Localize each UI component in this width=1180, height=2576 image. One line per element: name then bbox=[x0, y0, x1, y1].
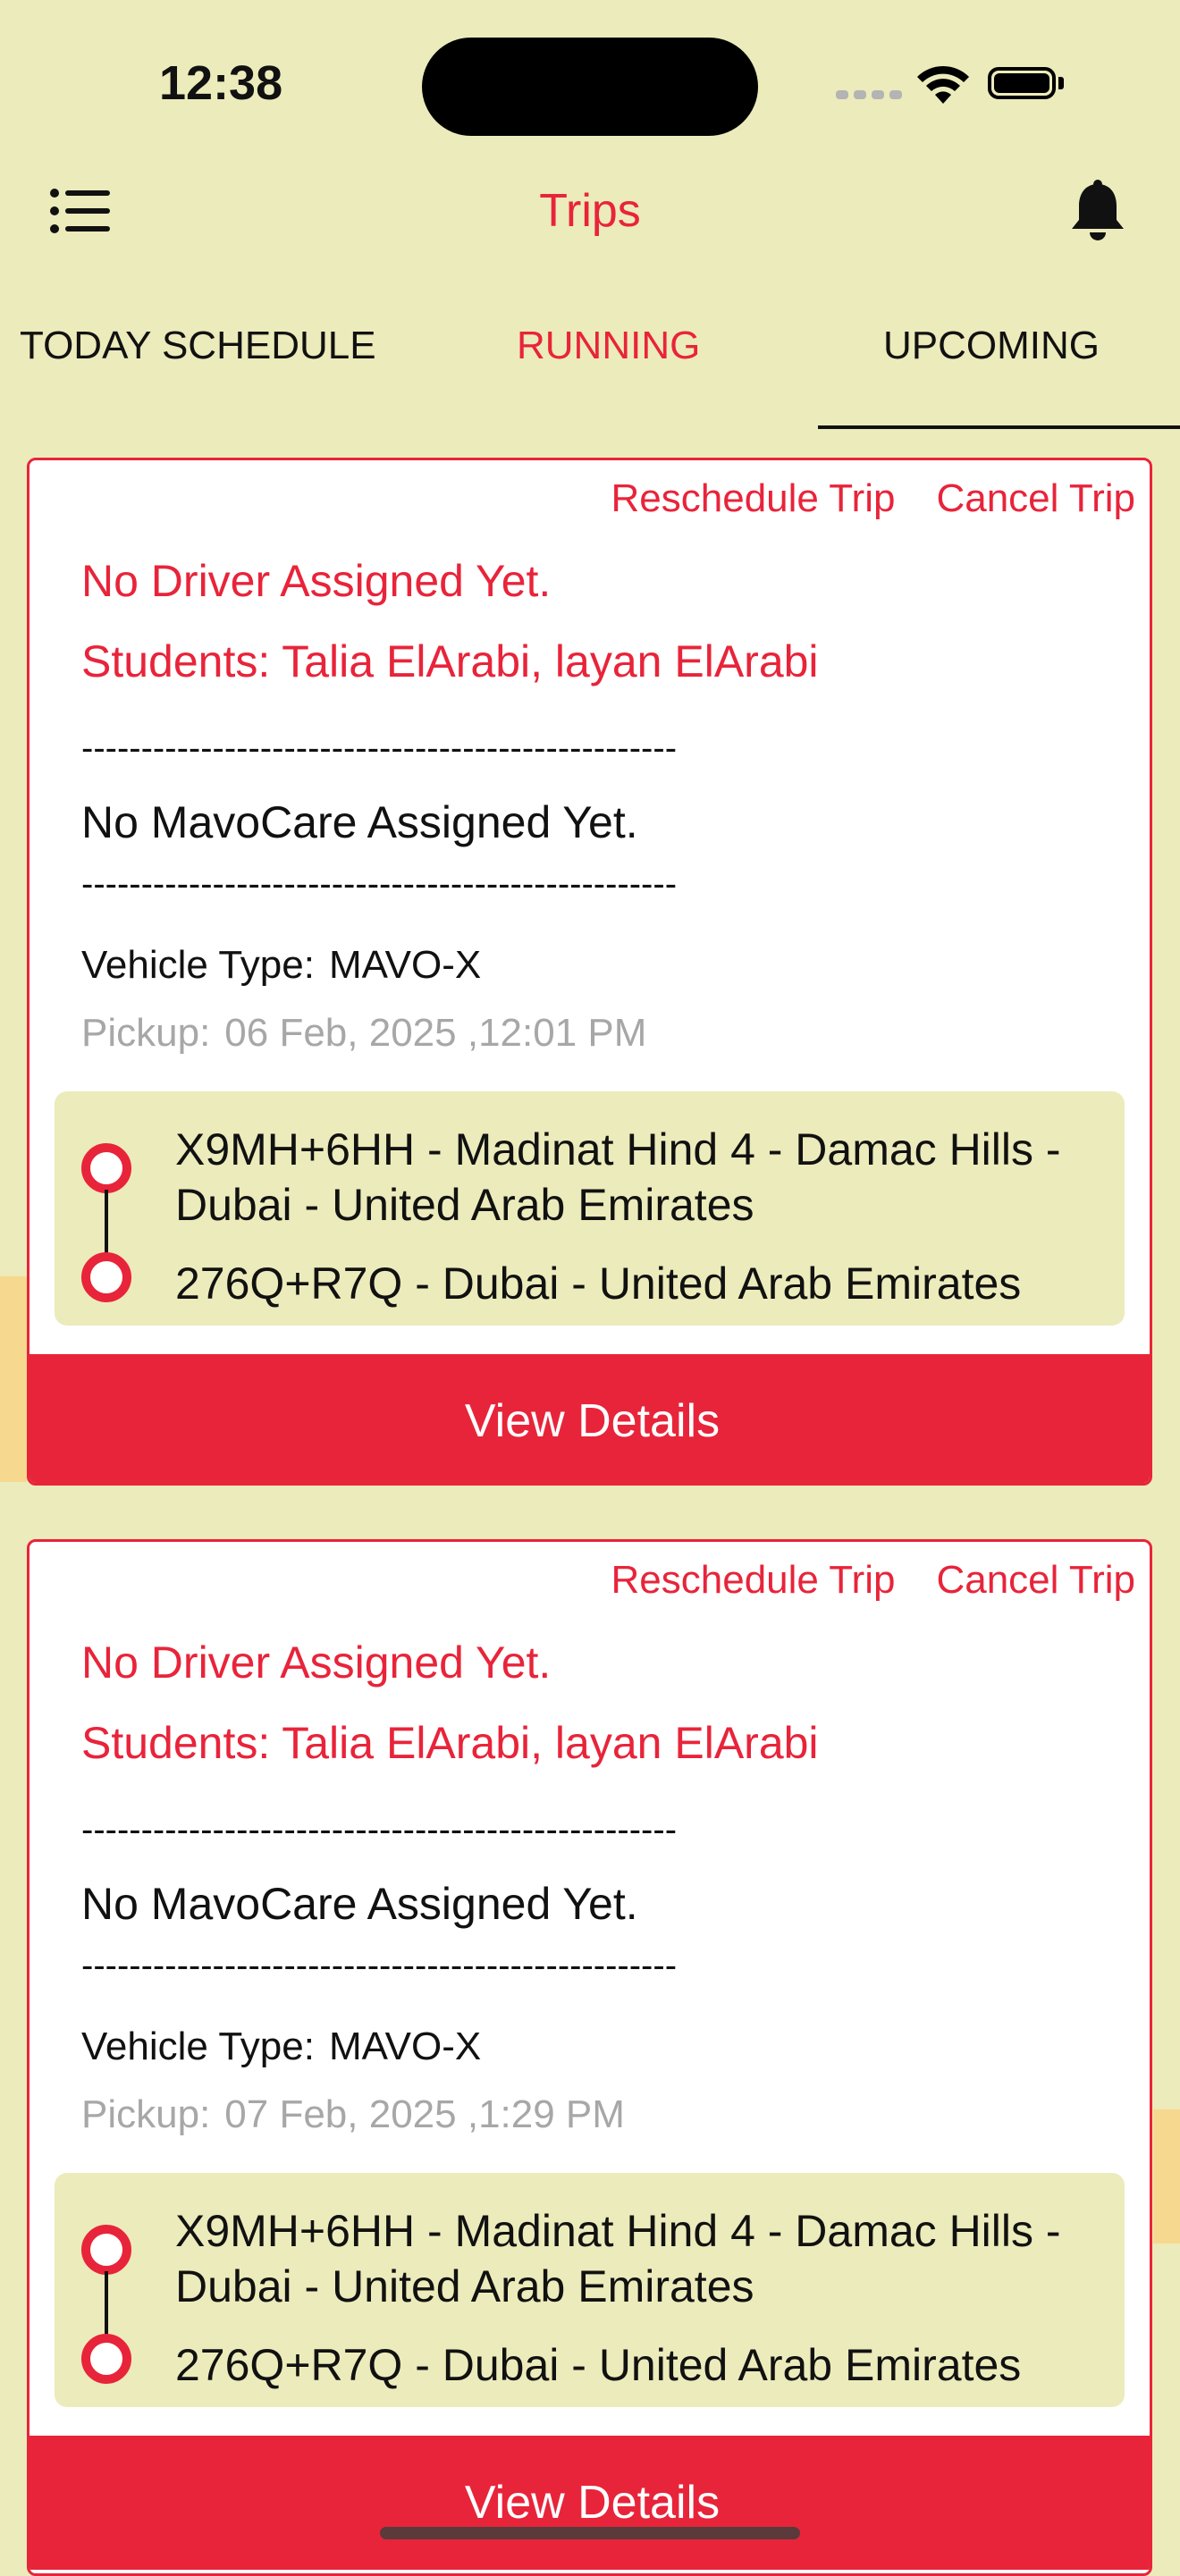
vehicle-type-label: Vehicle Type: bbox=[81, 943, 315, 987]
dropoff-address: 276Q+R7Q - Dubai - United Arab Emirates bbox=[175, 2340, 1022, 2390]
vehicle-type: Vehicle Type: MAVO-X bbox=[81, 943, 481, 988]
vehicle-type-value: MAVO-X bbox=[328, 2025, 482, 2068]
pickup-address: X9MH+6HH - Madinat Hind 4 - Damac Hills … bbox=[175, 1124, 1061, 1230]
route-box: X9MH+6HH - Madinat Hind 4 - Damac Hills … bbox=[55, 1091, 1125, 1326]
view-details-button[interactable]: View Details bbox=[30, 2436, 1150, 2570]
mavocare-status: No MavoCare Assigned Yet. bbox=[81, 1879, 638, 1929]
wifi-icon bbox=[914, 63, 973, 110]
tab-today-schedule[interactable]: TODAY SCHEDULE bbox=[20, 324, 376, 368]
pickup-location-icon bbox=[81, 1143, 131, 1193]
driver-status: No Driver Assigned Yet. bbox=[81, 1637, 552, 1688]
pickup-time: Pickup: 07 Feb, 2025 ,1:29 PM bbox=[81, 2092, 625, 2137]
students-list: Students: Talia ElArabi, layan ElArabi bbox=[81, 636, 819, 686]
divider: ----------------------------------------… bbox=[81, 864, 678, 904]
pickup-label: Pickup: bbox=[81, 1011, 211, 1055]
divider: ----------------------------------------… bbox=[81, 1810, 678, 1849]
vehicle-type-label: Vehicle Type: bbox=[81, 2025, 315, 2068]
driver-status: No Driver Assigned Yet. bbox=[81, 556, 552, 606]
view-details-button[interactable]: View Details bbox=[30, 1354, 1150, 1483]
tab-running[interactable]: RUNNING bbox=[517, 324, 700, 368]
dropoff-location-icon bbox=[81, 2334, 131, 2384]
pickup-time: Pickup: 06 Feb, 2025 ,12:01 PM bbox=[81, 1011, 646, 1056]
status-bar: 12:38 bbox=[0, 0, 1180, 161]
reschedule-trip-button[interactable]: Reschedule Trip bbox=[611, 476, 896, 520]
nav-bar: Trips bbox=[0, 161, 1180, 259]
divider: ----------------------------------------… bbox=[81, 728, 678, 768]
battery-icon bbox=[988, 67, 1056, 99]
route-connector bbox=[105, 2271, 108, 2339]
vehicle-type-value: MAVO-X bbox=[328, 943, 482, 987]
trip-tabs: TODAY SCHEDULE RUNNING UPCOMING bbox=[0, 295, 1180, 429]
background-illustration bbox=[0, 1276, 27, 1482]
status-time: 12:38 bbox=[159, 56, 283, 110]
route-connector bbox=[105, 1190, 108, 1258]
students-list: Students: Talia ElArabi, layan ElArabi bbox=[81, 1718, 819, 1768]
pickup-address: X9MH+6HH - Madinat Hind 4 - Damac Hills … bbox=[175, 2206, 1061, 2311]
divider: ----------------------------------------… bbox=[81, 1946, 678, 1985]
dynamic-island bbox=[422, 38, 758, 136]
bell-icon[interactable] bbox=[1068, 179, 1127, 243]
route-box: X9MH+6HH - Madinat Hind 4 - Damac Hills … bbox=[55, 2173, 1125, 2407]
cellular-signal-icon bbox=[836, 88, 907, 104]
pickup-value: 06 Feb, 2025 ,12:01 PM bbox=[224, 1011, 647, 1055]
trip-card: Reschedule Trip Cancel Trip No Driver Ass… bbox=[27, 458, 1152, 1486]
home-indicator[interactable] bbox=[380, 2527, 800, 2539]
pickup-value: 07 Feb, 2025 ,1:29 PM bbox=[224, 2092, 625, 2136]
background-illustration bbox=[1153, 2109, 1180, 2243]
pickup-location-icon bbox=[81, 2225, 131, 2275]
dropoff-address: 276Q+R7Q - Dubai - United Arab Emirates bbox=[175, 1259, 1022, 1309]
mavocare-status: No MavoCare Assigned Yet. bbox=[81, 797, 638, 847]
tab-upcoming[interactable]: UPCOMING bbox=[883, 324, 1100, 368]
trip-card: Reschedule Trip Cancel Trip No Driver Ass… bbox=[27, 1539, 1152, 2576]
cancel-trip-button[interactable]: Cancel Trip bbox=[936, 1558, 1135, 1602]
vehicle-type: Vehicle Type: MAVO-X bbox=[81, 2025, 481, 2069]
pickup-label: Pickup: bbox=[81, 2092, 211, 2136]
dropoff-location-icon bbox=[81, 1252, 131, 1302]
cancel-trip-button[interactable]: Cancel Trip bbox=[936, 476, 1135, 520]
page-title: Trips bbox=[539, 185, 641, 237]
battery-tip bbox=[1058, 77, 1064, 89]
reschedule-trip-button[interactable]: Reschedule Trip bbox=[611, 1558, 896, 1602]
tab-selected-underline bbox=[818, 425, 1180, 429]
